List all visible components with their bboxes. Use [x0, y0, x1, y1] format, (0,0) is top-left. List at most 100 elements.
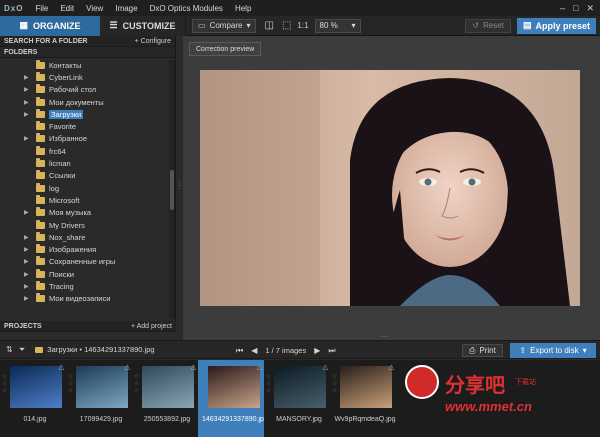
rating-stars-icon[interactable]: ☆ ☆ ☆: [200, 374, 205, 395]
zoom-select[interactable]: 80 % ▾: [314, 18, 361, 33]
folder-tree-item[interactable]: Favorite: [0, 120, 168, 132]
minimize-icon[interactable]: –: [560, 3, 565, 14]
expand-arrow-icon[interactable]: ▶: [24, 271, 29, 278]
filter-icon[interactable]: ⏷: [19, 345, 25, 355]
rating-stars-icon[interactable]: ☆ ☆ ☆: [134, 374, 139, 395]
menu-help[interactable]: Help: [229, 4, 257, 13]
menu-dxo-optics-modules[interactable]: DxO Optics Modules: [144, 4, 229, 13]
apply-preset-button[interactable]: ▤ Apply preset: [516, 17, 596, 34]
folder-tree-item[interactable]: ▶ Мои видеозаписи: [0, 293, 168, 305]
folder-icon: [36, 108, 45, 118]
correction-preview-button[interactable]: Correction preview: [189, 42, 262, 56]
folder-tree-item[interactable]: Контакты: [0, 59, 168, 71]
expand-arrow-icon[interactable]: ▶: [24, 209, 29, 216]
folder-tree-item[interactable]: licman: [0, 157, 168, 169]
filmstrip-thumbnail[interactable]: △ ☆ ☆ ☆ 250553892.jpg: [132, 360, 198, 437]
folder-tree-item[interactable]: ▶ Моя музыка: [0, 207, 168, 219]
ratio-button[interactable]: 1:1: [297, 21, 308, 30]
folder-tree-item[interactable]: My Drivers: [0, 219, 168, 231]
folder-tree-item[interactable]: ▶ Tracing: [0, 280, 168, 292]
close-icon[interactable]: ✕: [586, 3, 594, 14]
next-image-icon[interactable]: ▶: [314, 346, 320, 355]
folder-tree-item[interactable]: ▶ Мои документы: [0, 96, 168, 108]
folder-tree-item[interactable]: ▶ Рабочий стол: [0, 84, 168, 96]
main-toolbar: ▦ ORGANIZE ☰ CUSTOMIZE ▭ Compare ▾ ◫ ⬚ 1…: [0, 15, 600, 36]
folder-tree-item-label: Favorite: [49, 122, 77, 132]
menu-view[interactable]: View: [80, 4, 109, 13]
folder-tree-item[interactable]: ▶ Изображения: [0, 243, 168, 255]
portrait-photo: [200, 70, 580, 306]
warning-icon: △: [124, 364, 130, 371]
filmstrip-thumbnail[interactable]: △ ☆ ☆ ☆ Wv9pRqmdeaQ.jpg: [330, 360, 396, 437]
expand-arrow-icon[interactable]: ▶: [24, 74, 29, 81]
configure-button[interactable]: + Configure: [135, 38, 171, 45]
folder-tree-item[interactable]: Ссылки: [0, 170, 168, 182]
folder-tree-item[interactable]: ▶ Избранное: [0, 133, 168, 145]
folder-tree-item[interactable]: ▶ CyberLink: [0, 71, 168, 83]
thumbnail-filename: 17099429.jpg: [79, 416, 123, 423]
folder-tree-item[interactable]: ▶ Nox_share: [0, 231, 168, 243]
window-controls: – □ ✕: [560, 3, 600, 14]
expand-arrow-icon[interactable]: ▶: [24, 86, 29, 93]
expand-arrow-icon[interactable]: ▶: [24, 258, 29, 265]
rating-stars-icon[interactable]: ☆ ☆ ☆: [2, 374, 7, 395]
folder-tree-item[interactable]: log: [0, 182, 168, 194]
folder-tree-item-label: My Drivers: [49, 220, 85, 230]
folder-tree-item[interactable]: ▶ Загрузки: [0, 108, 168, 120]
fit-screen-icon[interactable]: ⬚: [282, 20, 291, 31]
filmstrip-thumbnail[interactable]: △ ☆ ☆ ☆ 014.jpg: [0, 360, 66, 437]
search-folder-header: SEARCH FOR A FOLDER + Configure: [0, 36, 175, 47]
menu-file[interactable]: File: [29, 4, 54, 13]
expand-arrow-icon[interactable]: ▶: [24, 234, 29, 241]
thumbnail-image: [340, 366, 392, 408]
folder-icon: [36, 244, 45, 254]
folder-tree-item[interactable]: ▶ Поиски: [0, 268, 168, 280]
folder-icon: [36, 207, 45, 217]
filmstrip-thumbnail[interactable]: △ ☆ ☆ ☆ 17099429.jpg: [66, 360, 132, 437]
filmstrip-thumbnail[interactable]: △ ☆ ☆ ☆ 14634291337890.jpg: [198, 360, 264, 437]
prev-image-icon[interactable]: ◀: [251, 346, 257, 355]
rating-stars-icon[interactable]: ☆ ☆ ☆: [332, 374, 337, 395]
export-to-disk-button[interactable]: ⇪ Export to disk ▾: [510, 343, 596, 358]
expand-arrow-icon[interactable]: ▶: [24, 135, 29, 142]
expand-arrow-icon[interactable]: ▶: [24, 246, 29, 253]
expand-arrow-icon[interactable]: ▶: [24, 111, 29, 118]
filmstrip-thumbnail[interactable]: △ ☆ ☆ ☆ MANSORY.jpg: [264, 360, 330, 437]
expand-arrow-icon[interactable]: ▶: [24, 283, 29, 290]
export-icon: ⇪: [519, 346, 527, 355]
tab-customize[interactable]: ☰ CUSTOMIZE: [100, 15, 186, 36]
maximize-icon[interactable]: □: [573, 3, 578, 14]
tab-customize-label: CUSTOMIZE: [122, 20, 176, 31]
add-project-button[interactable]: + Add project: [131, 323, 172, 330]
search-folder-label: SEARCH FOR A FOLDER: [4, 37, 88, 45]
folder-icon: [36, 231, 45, 241]
grid-icon: ▦: [19, 20, 28, 30]
folder-tree-item[interactable]: frc64: [0, 145, 168, 157]
folder-tree-item[interactable]: ▶ Сохраненные игры: [0, 256, 168, 268]
sort-icon[interactable]: ⇅: [6, 345, 13, 354]
last-image-icon[interactable]: ⏭: [328, 346, 335, 356]
scrollbar-thumb[interactable]: [170, 170, 174, 210]
folder-tree-item[interactable]: Microsoft: [0, 194, 168, 206]
folder-tree-item-label: Сохраненные игры: [49, 257, 116, 267]
menu-image[interactable]: Image: [109, 4, 143, 13]
expand-arrow-icon[interactable]: ▶: [24, 295, 29, 302]
compare-button[interactable]: ▭ Compare ▾: [192, 18, 257, 33]
folder-icon: [36, 59, 45, 69]
expand-arrow-icon[interactable]: ▶: [24, 99, 29, 106]
tab-organize[interactable]: ▦ ORGANIZE: [0, 15, 100, 36]
sliders-icon: ☰: [109, 20, 118, 30]
first-image-icon[interactable]: ⏮: [236, 346, 243, 356]
folder-tree-scrollbar[interactable]: [169, 60, 175, 318]
rating-stars-icon[interactable]: ☆ ☆ ☆: [266, 374, 271, 395]
thumbnail-image: [76, 366, 128, 408]
split-view-icon[interactable]: ◫: [264, 20, 273, 31]
print-button[interactable]: ⎙ Print: [462, 344, 503, 357]
menu-edit[interactable]: Edit: [54, 4, 80, 13]
reset-button[interactable]: ↺ Reset: [465, 18, 511, 33]
folder-icon: [35, 346, 44, 353]
thumbnail-filename: 250553892.jpg: [143, 416, 191, 423]
watermark-logo: [405, 365, 439, 399]
zoom-value: 80 %: [319, 21, 338, 30]
rating-stars-icon[interactable]: ☆ ☆ ☆: [68, 374, 73, 395]
